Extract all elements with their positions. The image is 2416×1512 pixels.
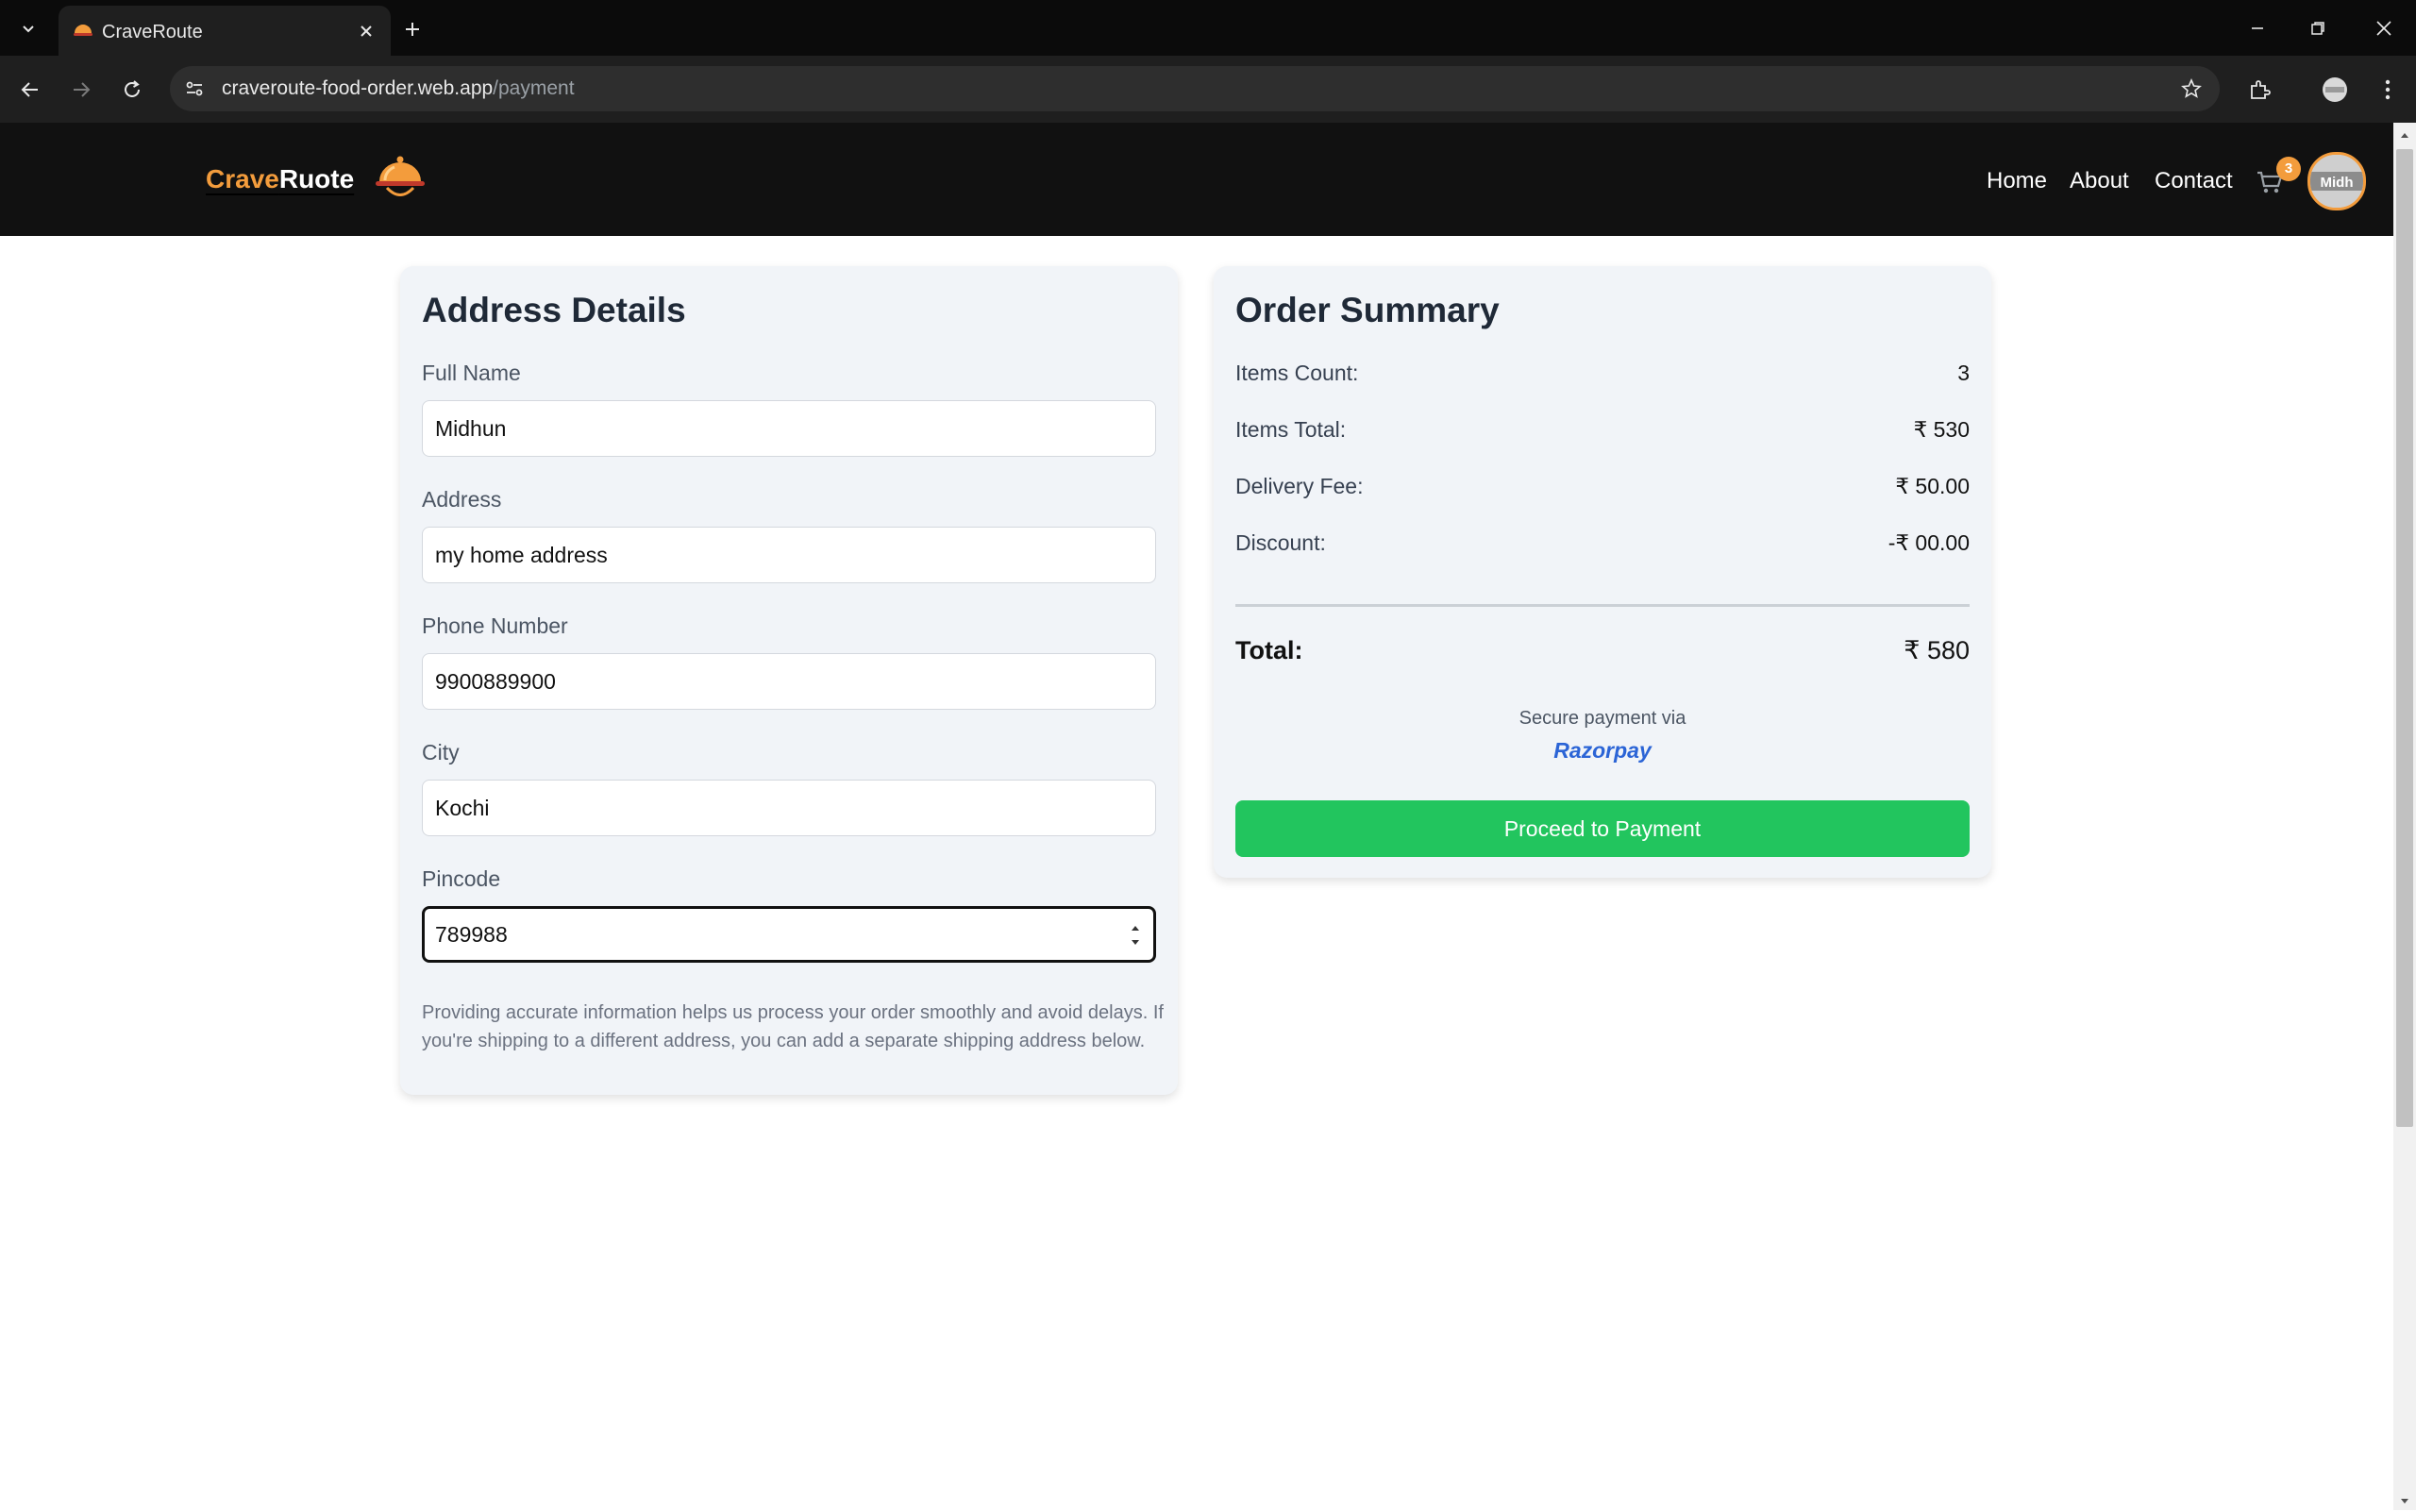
restore-icon[interactable] [2297,9,2339,47]
browser-toolbar: craveroute-food-order.web.app/payment [0,56,2416,123]
total-value: ₹ 580 [1904,636,1970,664]
scroll-down-arrow-icon[interactable] [2399,1495,2410,1506]
new-tab-plus-icon[interactable] [396,13,428,45]
pincode-label: Pincode [422,866,501,891]
tab-list-chevron-icon[interactable] [13,13,43,43]
phone-number-input[interactable]: 9900889900 [422,653,1156,710]
order-summary-title: Order Summary [1235,291,1500,329]
items-total-row: Items Total: ₹ 530 [1235,417,1970,449]
browser-tab[interactable]: CraveRoute [59,6,391,56]
user-avatar[interactable]: Midh [2307,152,2366,210]
tab-title: CraveRoute [102,22,203,42]
brand-logo-text[interactable]: CraveRuote [206,164,354,194]
favicon-icon [72,20,94,42]
total-label: Total: [1235,636,1303,664]
number-spinner-icon[interactable] [1129,918,1142,950]
proceed-to-payment-button[interactable]: Proceed to Payment [1235,800,1970,857]
nav-home-link[interactable]: Home [1987,168,2047,194]
page-scrollbar[interactable] [2393,123,2416,1510]
reload-icon[interactable] [115,73,149,107]
address-hint-text: Providing accurate information helps us … [422,1002,1164,1051]
profile-avatar-icon[interactable] [2316,71,2354,109]
close-tab-icon[interactable] [353,18,379,44]
pincode-value: 789988 [435,922,508,947]
address-input[interactable]: my home address [422,527,1156,583]
razorpay-brand: Razorpay [1553,738,1652,763]
full-name-input[interactable]: Midhun [422,400,1156,457]
order-summary-card: Order Summary Items Count: 3 Items Total… [1214,266,1991,878]
delivery-fee-row: Delivery Fee: ₹ 50.00 [1235,474,1970,506]
city-label: City [422,740,460,764]
items-count-value: 3 [1957,361,1970,385]
discount-row: Discount: -₹ 00.00 [1235,530,1970,563]
forward-arrow-icon[interactable] [64,73,98,107]
site-header: CraveRuote Home About Contact 3 Midh [0,123,2393,236]
back-arrow-icon[interactable] [13,73,47,107]
page: CraveRuote Home About Contact 3 Midh Add… [0,123,2393,1510]
delivery-fee-label: Delivery Fee: [1235,474,1364,498]
items-total-label: Items Total: [1235,417,1347,442]
city-input[interactable]: Kochi [422,780,1156,836]
address-details-card: Address Details Full Name Midhun Address… [400,266,1178,1095]
site-info-icon[interactable] [179,74,210,104]
delivery-fee-value: ₹ 50.00 [1895,474,1970,498]
food-dome-logo-icon [374,155,427,204]
total-row: Total: ₹ 580 [1235,636,1970,665]
address-bar[interactable]: craveroute-food-order.web.app/payment [170,66,2220,111]
browser-tab-bar: CraveRoute [0,0,2416,56]
address-details-title: Address Details [422,291,686,329]
address-label: Address [422,487,502,512]
extensions-puzzle-icon[interactable] [2240,71,2278,109]
url-text: craveroute-food-order.web.app/payment [222,77,575,99]
cart-count-badge: 3 [2276,157,2301,181]
items-total-value: ₹ 530 [1913,417,1970,442]
scroll-up-arrow-icon[interactable] [2399,128,2410,140]
summary-divider [1235,604,1970,607]
menu-kebab-icon[interactable] [2369,71,2407,109]
secure-payment-text: Secure payment via [1518,708,1686,729]
items-count-row: Items Count: 3 [1235,361,1970,393]
discount-label: Discount: [1235,530,1326,555]
close-window-icon[interactable] [2363,9,2405,47]
phone-number-label: Phone Number [422,613,568,638]
full-name-label: Full Name [422,361,521,385]
discount-value: -₹ 00.00 [1888,530,1970,555]
avatar-text: Midh [2321,175,2354,191]
nav-contact-link[interactable]: Contact [2155,168,2233,194]
pincode-input[interactable]: 789988 [422,906,1156,963]
items-count-label: Items Count: [1235,361,1359,385]
scrollbar-thumb[interactable] [2396,149,2413,1127]
nav-about-link[interactable]: About [2070,168,2129,194]
bookmark-star-icon[interactable] [2176,74,2206,104]
minimize-icon[interactable] [2237,9,2278,47]
